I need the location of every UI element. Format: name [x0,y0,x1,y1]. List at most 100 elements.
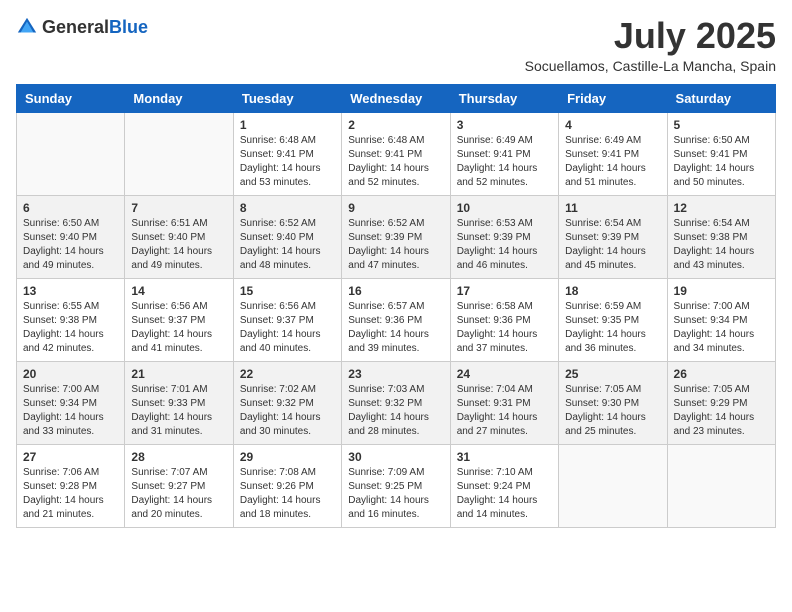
day-info: Sunrise: 7:08 AMSunset: 9:26 PMDaylight:… [240,466,335,522]
day-info: Sunrise: 6:51 AMSunset: 9:40 PMDaylight:… [131,217,226,273]
day-info: Sunrise: 6:56 AMSunset: 9:37 PMDaylight:… [240,300,335,356]
day-number: 11 [565,201,660,215]
day-info: Sunrise: 6:49 AMSunset: 9:41 PMDaylight:… [565,134,660,190]
calendar-cell [125,112,233,195]
day-info: Sunrise: 6:58 AMSunset: 9:36 PMDaylight:… [457,300,552,356]
day-info: Sunrise: 7:05 AMSunset: 9:29 PMDaylight:… [674,383,769,439]
title-block: July 2025 Socuellamos, Castille-La Manch… [525,16,776,74]
day-number: 14 [131,284,226,298]
calendar-cell: 23 Sunrise: 7:03 AMSunset: 9:32 PMDayligh… [342,361,450,444]
day-info: Sunrise: 6:48 AMSunset: 9:41 PMDaylight:… [348,134,443,190]
day-info: Sunrise: 6:52 AMSunset: 9:39 PMDaylight:… [348,217,443,273]
calendar-week-row: 13 Sunrise: 6:55 AMSunset: 9:38 PMDayligh… [17,278,776,361]
calendar-cell: 29 Sunrise: 7:08 AMSunset: 9:26 PMDayligh… [233,444,341,527]
day-number: 9 [348,201,443,215]
calendar-cell [17,112,125,195]
day-info: Sunrise: 6:56 AMSunset: 9:37 PMDaylight:… [131,300,226,356]
page-header: GeneralBlue July 2025 Socuellamos, Casti… [16,16,776,74]
day-info: Sunrise: 7:02 AMSunset: 9:32 PMDaylight:… [240,383,335,439]
day-info: Sunrise: 7:10 AMSunset: 9:24 PMDaylight:… [457,466,552,522]
day-info: Sunrise: 6:50 AMSunset: 9:41 PMDaylight:… [674,134,769,190]
weekday-header-row: SundayMondayTuesdayWednesdayThursdayFrid… [17,84,776,112]
day-info: Sunrise: 7:06 AMSunset: 9:28 PMDaylight:… [23,466,118,522]
weekday-header-monday: Monday [125,84,233,112]
day-number: 22 [240,367,335,381]
day-number: 8 [240,201,335,215]
day-info: Sunrise: 6:53 AMSunset: 9:39 PMDaylight:… [457,217,552,273]
day-number: 16 [348,284,443,298]
calendar-cell: 3 Sunrise: 6:49 AMSunset: 9:41 PMDaylight… [450,112,558,195]
day-info: Sunrise: 6:48 AMSunset: 9:41 PMDaylight:… [240,134,335,190]
calendar-cell: 13 Sunrise: 6:55 AMSunset: 9:38 PMDayligh… [17,278,125,361]
logo-blue: Blue [109,17,148,37]
day-number: 30 [348,450,443,464]
calendar-cell: 5 Sunrise: 6:50 AMSunset: 9:41 PMDaylight… [667,112,775,195]
calendar-cell: 16 Sunrise: 6:57 AMSunset: 9:36 PMDayligh… [342,278,450,361]
day-info: Sunrise: 6:57 AMSunset: 9:36 PMDaylight:… [348,300,443,356]
calendar-cell: 8 Sunrise: 6:52 AMSunset: 9:40 PMDaylight… [233,195,341,278]
calendar-cell: 4 Sunrise: 6:49 AMSunset: 9:41 PMDaylight… [559,112,667,195]
day-number: 2 [348,118,443,132]
day-number: 26 [674,367,769,381]
calendar-cell: 18 Sunrise: 6:59 AMSunset: 9:35 PMDayligh… [559,278,667,361]
day-number: 23 [348,367,443,381]
weekday-header-tuesday: Tuesday [233,84,341,112]
calendar-cell: 31Sunrise: 7:10 AMSunset: 9:24 PMDayligh… [450,444,558,527]
day-number: 7 [131,201,226,215]
calendar-cell: 7 Sunrise: 6:51 AMSunset: 9:40 PMDaylight… [125,195,233,278]
day-number: 27 [23,450,118,464]
calendar-cell: 10 Sunrise: 6:53 AMSunset: 9:39 PMDayligh… [450,195,558,278]
weekday-header-sunday: Sunday [17,84,125,112]
day-info: Sunrise: 7:00 AMSunset: 9:34 PMDaylight:… [674,300,769,356]
calendar-cell: 11 Sunrise: 6:54 AMSunset: 9:39 PMDayligh… [559,195,667,278]
calendar-cell: 26 Sunrise: 7:05 AMSunset: 9:29 PMDayligh… [667,361,775,444]
calendar-cell: 24Sunrise: 7:04 AMSunset: 9:31 PMDayligh… [450,361,558,444]
calendar-cell: 22 Sunrise: 7:02 AMSunset: 9:32 PMDayligh… [233,361,341,444]
day-info: Sunrise: 7:04 AMSunset: 9:31 PMDaylight:… [457,383,552,439]
calendar-week-row: 1Sunrise: 6:48 AMSunset: 9:41 PMDaylight… [17,112,776,195]
calendar-cell: 20Sunrise: 7:00 AMSunset: 9:34 PMDayligh… [17,361,125,444]
day-info: Sunrise: 6:49 AMSunset: 9:41 PMDaylight:… [457,134,552,190]
day-info: Sunrise: 6:54 AMSunset: 9:39 PMDaylight:… [565,217,660,273]
calendar-cell: 1Sunrise: 6:48 AMSunset: 9:41 PMDaylight… [233,112,341,195]
location-subtitle: Socuellamos, Castille-La Mancha, Spain [525,58,776,74]
day-number: 10 [457,201,552,215]
logo-text: GeneralBlue [42,17,148,38]
calendar-week-row: 6 Sunrise: 6:50 AMSunset: 9:40 PMDaylight… [17,195,776,278]
day-info: Sunrise: 7:03 AMSunset: 9:32 PMDaylight:… [348,383,443,439]
calendar-cell: 9 Sunrise: 6:52 AMSunset: 9:39 PMDaylight… [342,195,450,278]
calendar-cell: 28Sunrise: 7:07 AMSunset: 9:27 PMDayligh… [125,444,233,527]
day-info: Sunrise: 6:50 AMSunset: 9:40 PMDaylight:… [23,217,118,273]
day-number: 4 [565,118,660,132]
day-number: 12 [674,201,769,215]
day-number: 28 [131,450,226,464]
weekday-header-saturday: Saturday [667,84,775,112]
weekday-header-wednesday: Wednesday [342,84,450,112]
calendar-cell [559,444,667,527]
calendar-cell: 19Sunrise: 7:00 AMSunset: 9:34 PMDayligh… [667,278,775,361]
day-number: 29 [240,450,335,464]
calendar-cell: 27 Sunrise: 7:06 AMSunset: 9:28 PMDayligh… [17,444,125,527]
weekday-header-friday: Friday [559,84,667,112]
calendar-cell: 25Sunrise: 7:05 AMSunset: 9:30 PMDayligh… [559,361,667,444]
logo-general: General [42,17,109,37]
month-title: July 2025 [525,16,776,56]
day-number: 20 [23,367,118,381]
day-number: 17 [457,284,552,298]
day-info: Sunrise: 6:55 AMSunset: 9:38 PMDaylight:… [23,300,118,356]
logo-icon [16,16,38,38]
day-info: Sunrise: 7:09 AMSunset: 9:25 PMDaylight:… [348,466,443,522]
day-number: 3 [457,118,552,132]
day-info: Sunrise: 6:52 AMSunset: 9:40 PMDaylight:… [240,217,335,273]
calendar-cell: 15Sunrise: 6:56 AMSunset: 9:37 PMDayligh… [233,278,341,361]
day-number: 6 [23,201,118,215]
day-number: 13 [23,284,118,298]
weekday-header-thursday: Thursday [450,84,558,112]
calendar-cell: 2 Sunrise: 6:48 AMSunset: 9:41 PMDaylight… [342,112,450,195]
calendar-week-row: 20Sunrise: 7:00 AMSunset: 9:34 PMDayligh… [17,361,776,444]
day-info: Sunrise: 6:54 AMSunset: 9:38 PMDaylight:… [674,217,769,273]
day-info: Sunrise: 6:59 AMSunset: 9:35 PMDaylight:… [565,300,660,356]
day-number: 5 [674,118,769,132]
day-number: 21 [131,367,226,381]
day-number: 18 [565,284,660,298]
